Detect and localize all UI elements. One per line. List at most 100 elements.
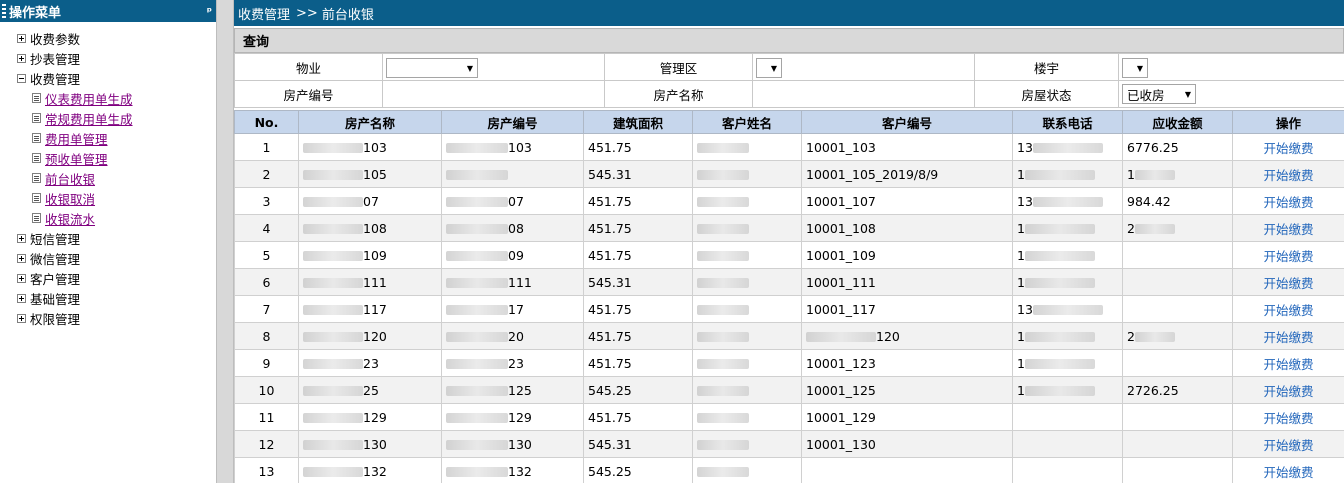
row-number: 4: [234, 214, 299, 242]
row-number: 11: [234, 403, 299, 431]
menu-node[interactable]: 短信管理: [0, 228, 216, 248]
start-payment-link[interactable]: 开始缴费: [1263, 168, 1313, 183]
menu-node[interactable]: 收费参数: [0, 28, 216, 48]
property-select[interactable]: ▼: [386, 58, 478, 78]
table-row: 11 129 129 451.75 10001_129 开始缴费: [234, 403, 1344, 431]
property-label: 物业: [234, 53, 383, 81]
action-cell: 开始缴费: [1232, 214, 1344, 242]
redacted-text: [697, 278, 749, 288]
phone-cell: 1: [1012, 349, 1123, 377]
customer-code-cell: 10001_129: [801, 403, 1013, 431]
house-name-suffix: 130: [363, 436, 387, 452]
redacted-text: [697, 359, 749, 369]
menu-node-label: 微信管理: [30, 251, 81, 267]
house-name-input[interactable]: [752, 80, 975, 108]
redacted-text: [697, 197, 749, 207]
start-payment-link[interactable]: 开始缴费: [1263, 303, 1313, 318]
area-cell: 451.75: [583, 295, 693, 323]
start-payment-link[interactable]: 开始缴费: [1263, 330, 1313, 345]
row-number: 2: [234, 160, 299, 188]
house-code-suffix: 08: [508, 220, 524, 236]
column-header: 建筑面积: [583, 110, 693, 134]
house-name-cell: 108: [298, 214, 442, 242]
expand-icon[interactable]: [17, 33, 26, 43]
redacted-text: [446, 278, 508, 288]
start-payment-link[interactable]: 开始缴费: [1263, 384, 1313, 399]
action-cell: 开始缴费: [1232, 268, 1344, 296]
customer-name-cell: [692, 349, 802, 377]
customer-name-cell: [692, 457, 802, 483]
phone-cell: [1012, 430, 1123, 458]
table-body: 1 103 103 451.75 10001_103 13 6776.25 开始缴费 2 105 5…: [234, 133, 1344, 483]
redacted-text: [697, 386, 749, 396]
menu-item-link[interactable]: 仪表费用单生成: [45, 89, 133, 108]
expand-icon[interactable]: [17, 253, 26, 263]
building-cell: ▼: [1118, 53, 1344, 81]
redacted-text: [303, 440, 363, 450]
start-payment-link[interactable]: 开始缴费: [1263, 222, 1313, 237]
expand-icon[interactable]: [17, 233, 26, 243]
menu-node[interactable]: 微信管理: [0, 248, 216, 268]
customer-code-cell: 10001_125: [801, 376, 1013, 404]
menu-node[interactable]: 客户管理: [0, 268, 216, 288]
menu-item-link[interactable]: 常规费用单生成: [45, 109, 133, 128]
house-code-cell: 09: [441, 241, 584, 269]
start-payment-link[interactable]: 开始缴费: [1263, 357, 1313, 372]
amount-cell: 6776.25: [1122, 133, 1233, 161]
phone-visible: 1: [1017, 220, 1025, 236]
menu-node[interactable]: 权限管理: [0, 308, 216, 328]
start-payment-link[interactable]: 开始缴费: [1263, 249, 1313, 264]
start-payment-link[interactable]: 开始缴费: [1263, 438, 1313, 453]
collapse-icon[interactable]: [17, 73, 26, 83]
menu-item-link[interactable]: 预收单管理: [45, 149, 108, 168]
house-code-suffix: 129: [508, 409, 532, 425]
splitter[interactable]: [216, 0, 234, 483]
area-cell: 451.75: [583, 403, 693, 431]
page-icon: [32, 173, 41, 183]
phone-cell: 1: [1012, 160, 1123, 188]
customer-name-cell: [692, 268, 802, 296]
menu-item-link[interactable]: 费用单管理: [45, 129, 108, 148]
table-row: 5 109 09 451.75 10001_109 1 开始缴费: [234, 241, 1344, 269]
breadcrumb-separator: >>: [296, 5, 318, 21]
start-payment-link[interactable]: 开始缴费: [1263, 276, 1313, 291]
column-header: 房产编号: [441, 110, 584, 134]
menu-item-link[interactable]: 收银取消: [45, 189, 95, 208]
menu-node[interactable]: 抄表管理: [0, 48, 216, 68]
phone-cell: 1: [1012, 241, 1123, 269]
menu-item-link[interactable]: 前台收银: [45, 169, 95, 188]
expand-icon[interactable]: [17, 273, 26, 283]
start-payment-link[interactable]: 开始缴费: [1263, 411, 1313, 426]
area-cell: 451.75: [583, 133, 693, 161]
sidebar-title: 操作菜单: [9, 5, 62, 21]
row-number: 10: [234, 376, 299, 404]
expand-icon[interactable]: [17, 53, 26, 63]
action-cell: 开始缴费: [1232, 457, 1344, 483]
house-code-input[interactable]: [382, 80, 605, 108]
building-select[interactable]: ▼: [1122, 58, 1148, 78]
house-code-cell: 111: [441, 268, 584, 296]
expand-icon[interactable]: [17, 293, 26, 303]
house-code-cell: 125: [441, 376, 584, 404]
start-payment-link[interactable]: 开始缴费: [1263, 195, 1313, 210]
redacted-text: [1134, 170, 1175, 180]
expand-icon[interactable]: [17, 313, 26, 323]
amount-cell: [1122, 349, 1233, 377]
customer-code: 10001_103: [806, 139, 876, 155]
menu-node[interactable]: 收费管理: [0, 68, 216, 88]
house-name-suffix: 129: [363, 409, 387, 425]
menu-node[interactable]: 基础管理: [0, 288, 216, 308]
column-header: 房产名称: [298, 110, 442, 134]
menu-node-label: 基础管理: [30, 291, 81, 307]
house-code-suffix: 09: [508, 247, 524, 263]
start-payment-link[interactable]: 开始缴费: [1263, 465, 1313, 480]
district-select[interactable]: ▼: [756, 58, 782, 78]
house-name-suffix: 111: [363, 274, 387, 290]
row-number: 13: [234, 457, 299, 483]
menu-item-link[interactable]: 收银流水: [45, 209, 95, 228]
house-status-select[interactable]: 已收房 ▼: [1122, 84, 1196, 104]
redacted-text: [1134, 224, 1175, 234]
house-name-cell: 117: [298, 295, 442, 323]
start-payment-link[interactable]: 开始缴费: [1263, 141, 1313, 156]
pin-icon[interactable]: ᵖ: [207, 5, 212, 18]
